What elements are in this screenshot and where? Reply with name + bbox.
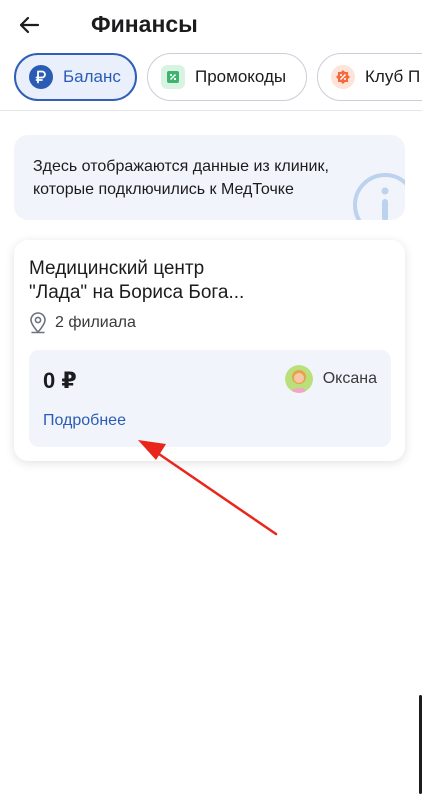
info-banner: Здесь отображаются данные из клиник, кот… [14,135,405,220]
details-link[interactable]: Подробнее [43,412,126,430]
percent-badge-icon [331,65,355,89]
clinic-name-line2: "Лада" на Бориса Бога... [29,282,245,303]
page-title: Финансы [91,11,198,37]
clinic-name: Медицинский центр "Лада" на Бориса Бога.… [29,257,389,305]
balance-amount: 0 ₽ [43,368,77,393]
info-text: Здесь отображаются данные из клиник, кот… [33,155,373,201]
back-button[interactable] [12,8,46,42]
tab-club-label: Клуб П [365,67,421,86]
location-pin-icon [30,312,46,334]
divider [0,110,422,111]
info-icon [353,173,405,220]
user-name: Оксана [322,370,377,387]
clinic-card[interactable]: Медицинский центр "Лада" на Бориса Бога.… [14,240,405,461]
tab-promocodes[interactable]: Промокоды [147,53,307,101]
ruble-icon [29,65,53,89]
clinic-name-line1: Медицинский центр [29,258,205,279]
header: Финансы [0,0,422,50]
tab-bar: Баланс Промокоды Клуб П [0,52,422,102]
avatar [284,365,313,393]
branches-info: 2 филиала [29,312,136,334]
branches-count: 2 филиала [55,314,136,331]
balance-panel: 0 ₽ Оксана Подробнее [29,350,391,447]
info-text-line2: которые подключились к МедТочке [33,181,294,198]
info-text-line1: Здесь отображаются данные из клиник, [33,158,329,175]
tab-balance-label: Баланс [63,67,121,86]
promo-ticket-icon [161,65,185,89]
tab-promocodes-label: Промокоды [195,67,287,86]
tab-club[interactable]: Клуб П [317,53,422,101]
arrow-left-icon [19,16,40,34]
tab-balance[interactable]: Баланс [14,53,137,101]
user-chip: Оксана [284,365,377,393]
